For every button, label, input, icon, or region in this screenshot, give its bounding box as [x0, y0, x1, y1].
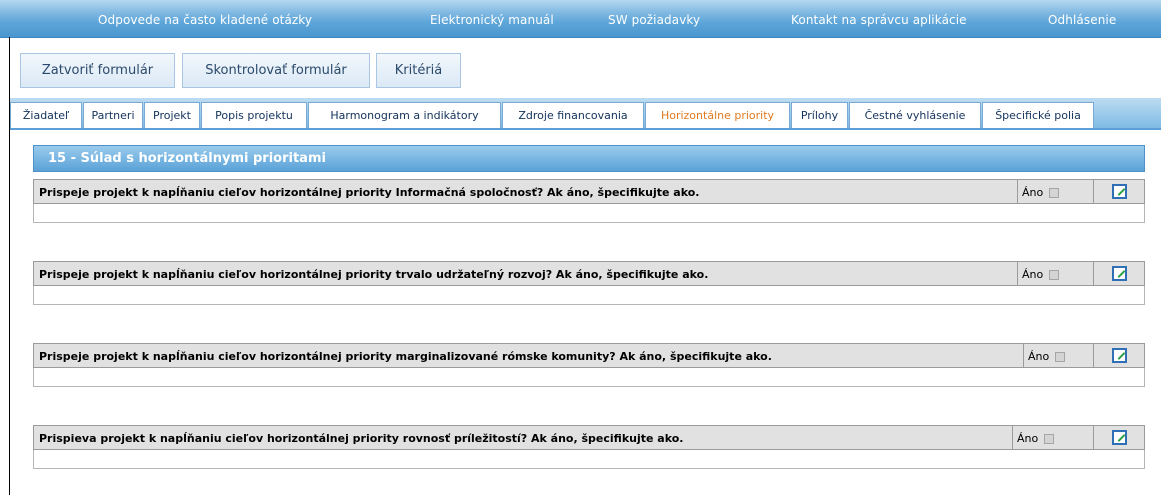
edit-icon[interactable] [1112, 348, 1127, 363]
tab-harmonogram[interactable]: Harmonogram a indikátory [308, 102, 501, 128]
question-text: Prispieva projekt k napĺňaniu cieľov hor… [39, 432, 684, 445]
divider [1017, 262, 1018, 285]
tab-partneri[interactable]: Partneri [83, 102, 143, 128]
tab-strip-border [10, 128, 1161, 130]
yes-checkbox[interactable] [1044, 433, 1055, 444]
yes-label: Áno [1028, 350, 1050, 363]
question-text: Prispeje projekt k napĺňaniu cieľov hori… [39, 350, 772, 363]
criteria-button[interactable]: Kritériá [376, 53, 461, 88]
yes-label: Áno [1017, 432, 1039, 445]
question-row: Prispeje projekt k napĺňaniu cieľov hori… [33, 179, 1145, 204]
yes-checkbox[interactable] [1049, 187, 1060, 198]
answer-field[interactable] [33, 368, 1145, 387]
tab-prilohy[interactable]: Prílohy [791, 102, 848, 128]
manual-link[interactable]: Elektronický manuál [430, 13, 554, 27]
divider [1023, 344, 1024, 367]
faq-link[interactable]: Odpovede na často kladené otázky [98, 13, 312, 27]
question-row: Prispieva projekt k napĺňaniu cieľov hor… [33, 425, 1145, 450]
sw-requirements-link[interactable]: SW požiadavky [608, 13, 700, 27]
yes-checkbox[interactable] [1049, 269, 1060, 280]
tab-ziadatel[interactable]: Žiadateľ [10, 102, 82, 128]
yes-option: Áno [1017, 432, 1055, 445]
divider [1017, 180, 1018, 203]
close-form-button[interactable]: Zatvoriť formulár [20, 53, 175, 88]
edit-icon[interactable] [1112, 184, 1127, 199]
yes-checkbox[interactable] [1055, 351, 1066, 362]
tab-horizontalne-priority[interactable]: Horizontálne priority [645, 102, 790, 128]
question-row: Prispeje projekt k napĺňaniu cieľov hori… [33, 343, 1145, 368]
tab-zdroje-financovania[interactable]: Zdroje financovania [502, 102, 644, 128]
section-header: 15 - Súlad s horizontálnymi prioritami [33, 145, 1145, 172]
divider [1093, 180, 1094, 203]
answer-field[interactable] [33, 450, 1145, 469]
tab-popis-projektu[interactable]: Popis projektu [201, 102, 307, 128]
divider [1093, 262, 1094, 285]
divider [1093, 426, 1094, 449]
yes-label: Áno [1022, 186, 1044, 199]
contact-admin-link[interactable]: Kontakt na správcu aplikácie [791, 13, 967, 27]
divider [1093, 344, 1094, 367]
logout-link[interactable]: Odhlásenie [1048, 13, 1116, 27]
top-navigation-bar: Odpovede na často kladené otázky Elektro… [0, 0, 1161, 38]
check-form-button[interactable]: Skontrolovať formulár [182, 53, 370, 88]
answer-field[interactable] [33, 204, 1145, 223]
tab-cestne-vyhlasenie[interactable]: Čestné vyhlásenie [849, 102, 981, 128]
yes-option: Áno [1022, 186, 1060, 199]
edit-icon[interactable] [1112, 266, 1127, 281]
answer-field[interactable] [33, 286, 1145, 305]
edit-icon[interactable] [1112, 430, 1127, 445]
yes-option: Áno [1028, 350, 1066, 363]
question-row: Prispeje projekt k napĺňaniu cieľov hori… [33, 261, 1145, 286]
question-text: Prispeje projekt k napĺňaniu cieľov hori… [39, 268, 709, 281]
question-text: Prispeje projekt k napĺňaniu cieľov hori… [39, 186, 700, 199]
yes-option: Áno [1022, 268, 1060, 281]
divider [1012, 426, 1013, 449]
yes-label: Áno [1022, 268, 1044, 281]
section-title: 15 - Súlad s horizontálnymi prioritami [48, 151, 326, 166]
tab-specificke-polia[interactable]: Špecifické polia [982, 102, 1094, 128]
tab-projekt[interactable]: Projekt [144, 102, 200, 128]
